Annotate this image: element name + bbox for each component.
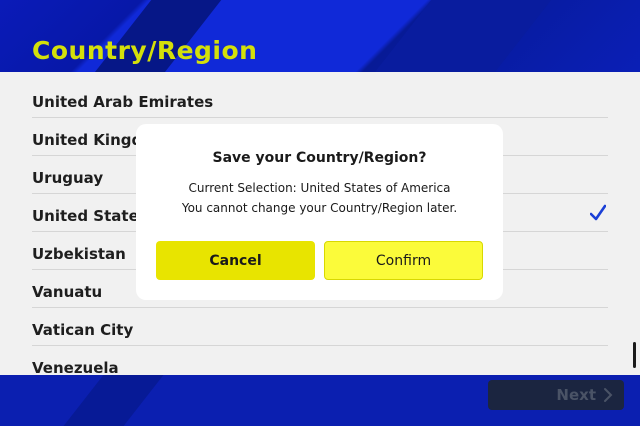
country-name: Uzbekistan	[32, 245, 126, 263]
list-item[interactable]: United Arab Emirates	[32, 80, 608, 118]
confirm-dialog: Save your Country/Region? Current Select…	[136, 124, 503, 300]
next-button-label: Next	[556, 386, 596, 404]
dialog-title: Save your Country/Region?	[212, 150, 427, 166]
country-name: Vanuatu	[32, 283, 103, 301]
country-name: Venezuela	[32, 359, 119, 375]
background-stripe	[353, 0, 567, 72]
page-title: Country/Region	[32, 36, 258, 65]
list-scrollbar[interactable]	[633, 342, 636, 368]
checkmark-icon	[590, 204, 606, 221]
confirm-button[interactable]: Confirm	[324, 241, 483, 280]
country-name: United Arab Emirates	[32, 93, 214, 111]
country-name: Uruguay	[32, 169, 104, 187]
dialog-current-selection: Current Selection: United States of Amer…	[188, 181, 451, 195]
chevron-right-icon	[604, 388, 613, 402]
list-item[interactable]: Venezuela	[32, 346, 608, 375]
list-item[interactable]: Vatican City	[32, 308, 608, 346]
next-button[interactable]: Next	[488, 380, 624, 410]
cancel-button[interactable]: Cancel	[156, 241, 315, 280]
background-stripe	[48, 375, 172, 426]
dialog-warning: You cannot change your Country/Region la…	[181, 201, 458, 215]
country-name: Vatican City	[32, 321, 134, 339]
